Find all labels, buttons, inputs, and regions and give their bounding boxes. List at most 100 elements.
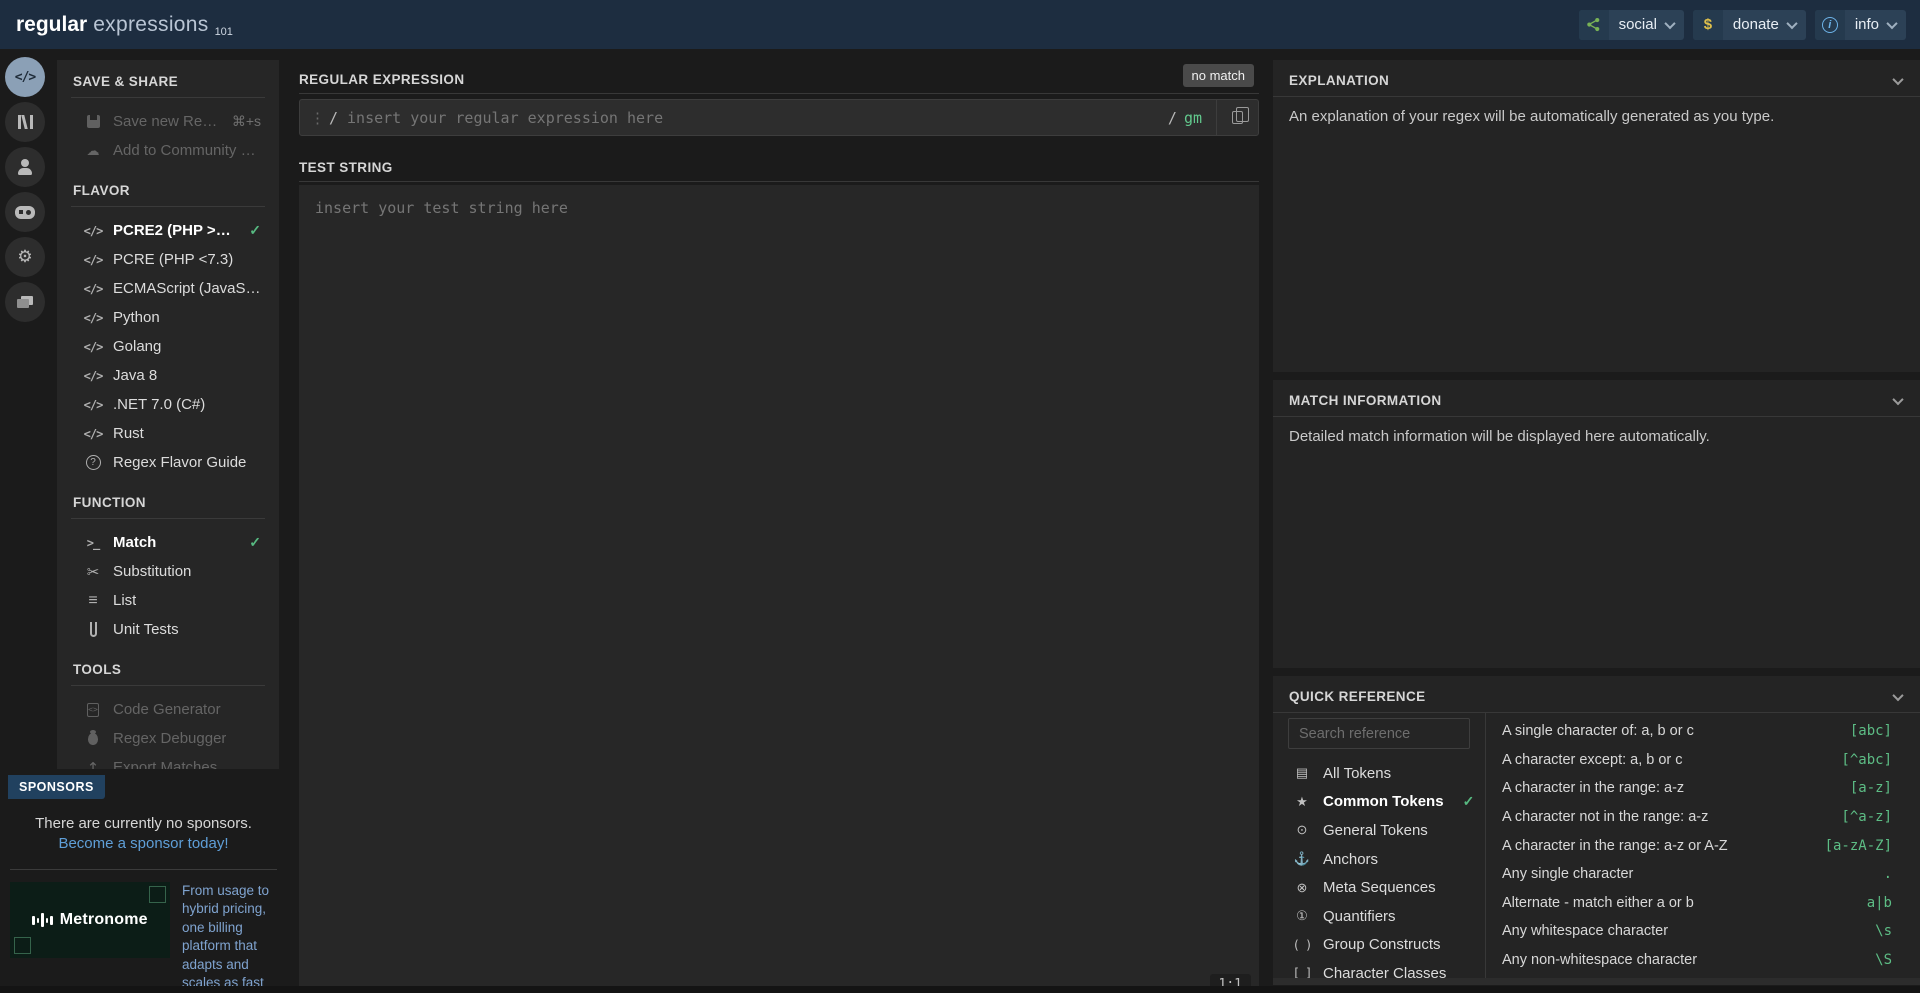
divider xyxy=(71,685,265,686)
copy-regex-button[interactable] xyxy=(1216,100,1258,135)
reference-entry[interactable]: A character except: a, b or c [^abc] xyxy=(1486,746,1920,775)
caret-icon: ⋮ xyxy=(300,109,329,127)
sponsors-message: There are currently no sponsors. xyxy=(8,815,279,832)
flavor-item-pcre2[interactable]: </> PCRE2 (PHP >=7.3) ✓ xyxy=(71,216,265,245)
check-icon: ✓ xyxy=(1463,793,1475,810)
code-icon: </> xyxy=(83,224,103,238)
shortcut-hint: ⌘+s xyxy=(232,113,261,130)
regex-flags[interactable]: gm xyxy=(1184,109,1202,127)
token-category-list: ▤ All Tokens ★ Common Tokens ✓ ⊙ General… xyxy=(1273,713,1486,982)
function-item-unit-tests[interactable]: Unit Tests xyxy=(71,615,265,644)
reference-entry[interactable]: Alternate - match either a or b a|b xyxy=(1486,889,1920,918)
flavor-item-rust[interactable]: </> Rust xyxy=(71,419,265,448)
category-common-tokens[interactable]: ★ Common Tokens ✓ xyxy=(1288,788,1485,817)
function-item-substitution[interactable]: ✂ Substitution xyxy=(71,557,265,586)
dollar-icon: $ xyxy=(1693,10,1723,40)
library-rail-button[interactable] xyxy=(5,102,45,142)
flavor-item-java8[interactable]: </> Java 8 xyxy=(71,361,265,390)
category-group-constructs[interactable]: ( ) Group Constructs xyxy=(1288,931,1485,960)
sidebar: SAVE & SHARE Save new Regex ⌘+s ☁ Add to… xyxy=(57,60,279,769)
settings-rail-button[interactable]: ⚙ xyxy=(5,237,45,277)
flavor-item-pcre[interactable]: </> PCRE (PHP <7.3) xyxy=(71,245,265,274)
info-label: info xyxy=(1845,16,1888,33)
function-section: FUNCTION >_ Match ✓ ✂ Substitution ≡ Lis… xyxy=(71,495,265,644)
regex-input[interactable]: ⋮ / insert your regular expression here … xyxy=(299,99,1259,136)
social-button[interactable]: social xyxy=(1579,10,1684,40)
category-all-tokens[interactable]: ▤ All Tokens xyxy=(1288,759,1485,788)
tools-section: TOOLS <> Code Generator Regex Debugger ↥… xyxy=(71,662,265,769)
flavor-guide-item[interactable]: ? Regex Flavor Guide xyxy=(71,448,265,477)
flavor-item-dotnet[interactable]: </> .NET 7.0 (C#) xyxy=(71,390,265,419)
metronome-ad-image[interactable]: Metronome xyxy=(10,882,170,958)
regex-editor-rail-button[interactable]: </> xyxy=(5,57,45,97)
file-code-icon: <> xyxy=(83,703,103,717)
regex-open-delimiter: / xyxy=(329,109,338,127)
info-button[interactable]: i info xyxy=(1815,10,1906,40)
question-circle-icon: ? xyxy=(83,455,103,470)
quiz-rail-button[interactable] xyxy=(5,192,45,232)
export-matches-item[interactable]: ↥ Export Matches xyxy=(71,753,265,769)
reference-entry[interactable]: Any whitespace character \s xyxy=(1486,917,1920,946)
function-item-list[interactable]: ≡ List xyxy=(71,586,265,615)
code-icon: </> xyxy=(83,369,103,383)
category-anchors[interactable]: ⚓ Anchors xyxy=(1288,845,1485,874)
copy-icon xyxy=(1232,111,1243,124)
donate-button[interactable]: $ donate xyxy=(1693,10,1806,40)
flavor-item-python[interactable]: </> Python xyxy=(71,303,265,332)
flavor-item-ecmascript[interactable]: </> ECMAScript (JavaScript) xyxy=(71,274,265,303)
bug-icon xyxy=(83,733,103,745)
reference-entry[interactable]: A single character of: a, b or c [abc] xyxy=(1486,717,1920,746)
save-share-title: SAVE & SHARE xyxy=(71,74,265,89)
regex-debugger-item[interactable]: Regex Debugger xyxy=(71,724,265,753)
scrollbar-track[interactable] xyxy=(1273,978,1920,985)
reference-entry[interactable]: Any single character . xyxy=(1486,860,1920,889)
reference-entry[interactable]: A character not in the range: a-z [^a-z] xyxy=(1486,803,1920,832)
logo-101: 101 xyxy=(215,26,233,38)
test-tube-icon xyxy=(83,622,103,637)
chat-icon xyxy=(21,296,33,305)
regex-placeholder: insert your regular expression here xyxy=(347,109,663,127)
quick-reference-header: QUICK REFERENCE xyxy=(1273,676,1920,704)
metronome-brand: Metronome xyxy=(60,911,148,929)
ad-text[interactable]: From usage to hybrid pricing, one billin… xyxy=(182,882,279,993)
category-meta-sequences[interactable]: ⊗ Meta Sequences xyxy=(1288,873,1485,902)
account-rail-button[interactable] xyxy=(5,147,45,187)
flavor-section: FLAVOR </> PCRE2 (PHP >=7.3) ✓ </> PCRE … xyxy=(71,183,265,477)
function-item-match[interactable]: >_ Match ✓ xyxy=(71,528,265,557)
match-information-title: MATCH INFORMATION xyxy=(1289,393,1442,408)
tools-title: TOOLS xyxy=(71,662,265,677)
divider xyxy=(71,206,265,207)
quantifier-icon: ① xyxy=(1292,908,1312,924)
editor-column: REGULAR EXPRESSION no match ⋮ / insert y… xyxy=(299,49,1259,985)
category-quantifiers[interactable]: ① Quantifiers xyxy=(1288,902,1485,931)
scissors-icon: ✂ xyxy=(83,563,103,581)
collapse-chevron-icon[interactable] xyxy=(1892,689,1903,700)
code-icon: </> xyxy=(83,427,103,441)
share-icon xyxy=(1579,10,1609,40)
info-icon: i xyxy=(1815,10,1845,40)
divider xyxy=(71,518,265,519)
regex-close-delimiter: / xyxy=(1168,109,1177,127)
add-to-community-item[interactable]: ☁ Add to Community Libr… xyxy=(71,136,265,165)
save-new-regex-item[interactable]: Save new Regex ⌘+s xyxy=(71,107,265,136)
all-tokens-icon: ▤ xyxy=(1292,765,1312,781)
reference-entry[interactable]: A character in the range: a-z [a-z] xyxy=(1486,774,1920,803)
collapse-chevron-icon[interactable] xyxy=(1892,393,1903,404)
category-general-tokens[interactable]: ⊙ General Tokens xyxy=(1288,816,1485,845)
cloud-upload-icon: ☁ xyxy=(83,143,103,159)
regex-section-title: REGULAR EXPRESSION xyxy=(299,72,464,87)
code-generator-item[interactable]: <> Code Generator xyxy=(71,695,265,724)
meta-circle-icon: ⊗ xyxy=(1292,880,1312,896)
search-reference-input[interactable] xyxy=(1288,718,1470,749)
test-string-editor[interactable]: insert your test string here 1:1 xyxy=(299,185,1259,993)
sponsors-section: SPONSORS There are currently no sponsors… xyxy=(8,775,279,987)
reference-entry[interactable]: Any non-whitespace character \S xyxy=(1486,946,1920,975)
become-sponsor-link[interactable]: Become a sponsor today! xyxy=(8,835,279,852)
reference-entry[interactable]: A character in the range: a-z or A-Z [a-… xyxy=(1486,831,1920,860)
library-icon xyxy=(18,115,33,129)
reference-entry-list: A single character of: a, b or c [abc] A… xyxy=(1486,713,1920,982)
chat-rail-button[interactable] xyxy=(5,282,45,322)
collapse-chevron-icon[interactable] xyxy=(1892,73,1903,84)
explanation-panel: EXPLANATION An explanation of your regex… xyxy=(1273,60,1920,372)
flavor-item-golang[interactable]: </> Golang xyxy=(71,332,265,361)
